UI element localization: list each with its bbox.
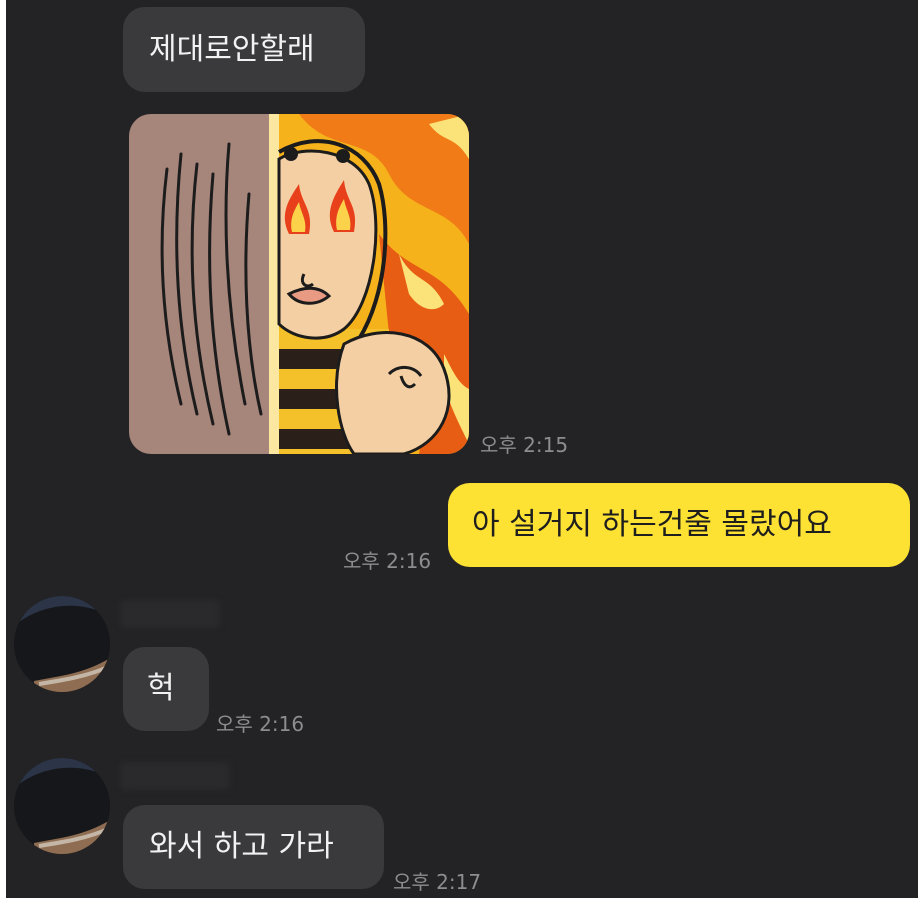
message-text: 아 설거지 하는건줄 몰랐어요 xyxy=(472,507,832,542)
angry-flaming-eyes-character-sticker-icon xyxy=(129,114,469,454)
sender-avatar[interactable] xyxy=(14,596,110,692)
profile-photo-icon xyxy=(14,596,110,692)
message-time: 오후 2:16 xyxy=(343,549,432,573)
sticker-image[interactable] xyxy=(129,114,469,454)
profile-photo-icon xyxy=(14,758,110,854)
message-bubble-received[interactable]: 헉 xyxy=(123,647,209,731)
message-time: 오후 2:17 xyxy=(393,870,482,894)
message-text: 와서 하고 가라 xyxy=(149,829,334,864)
sender-name-redacted xyxy=(120,600,220,628)
message-time: 오후 2:15 xyxy=(480,433,569,457)
message-time: 오후 2:16 xyxy=(216,712,305,736)
sender-name-redacted xyxy=(120,762,230,790)
message-text: 헉 xyxy=(147,671,175,706)
message-bubble-received[interactable]: 제대로안할래 xyxy=(123,7,365,92)
sender-avatar[interactable] xyxy=(14,758,110,854)
message-bubble-sent[interactable]: 아 설거지 하는건줄 몰랐어요 xyxy=(448,483,910,567)
message-text: 제대로안할래 xyxy=(149,31,315,67)
message-bubble-received[interactable]: 와서 하고 가라 xyxy=(123,805,384,889)
chat-screen: 제대로안할래 오후 2:15 오후 2:16 아 설거지 하는건줄 몰랐어요 헉… xyxy=(6,0,918,898)
